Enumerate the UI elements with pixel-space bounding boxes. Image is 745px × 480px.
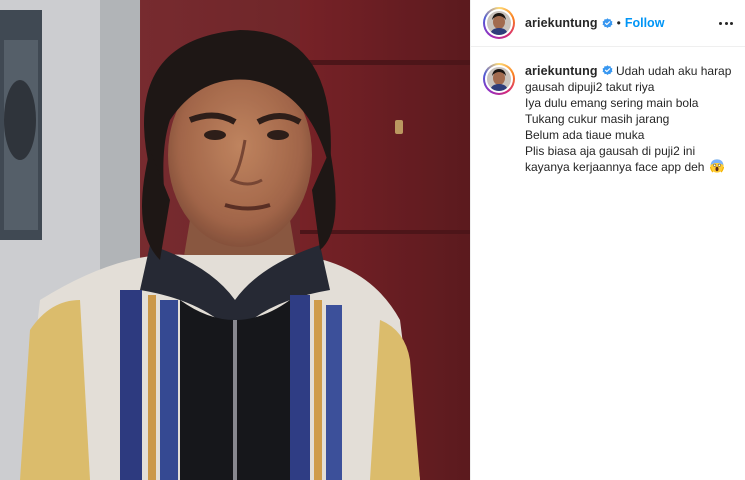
avatar-image — [487, 11, 511, 35]
profile-avatar[interactable] — [483, 7, 515, 39]
post-header: ariekuntung • Follow — [471, 0, 745, 47]
verified-badge-icon — [602, 65, 613, 75]
caption-username[interactable]: ariekuntung — [525, 64, 598, 78]
header-username[interactable]: ariekuntung — [525, 16, 598, 30]
post-side-panel: ariekuntung • Follow ariekuntung Udah ud… — [470, 0, 745, 480]
caption-line: Tukang cukur masih jarang — [525, 112, 670, 126]
caption-line: kayanya kerjaannya face app deh — [525, 160, 705, 174]
more-dot — [729, 21, 733, 25]
caption-first-line: ariekuntung Udah udah aku harap — [525, 63, 733, 79]
header-separator: • — [616, 16, 621, 30]
caption-line: Iya dulu emang sering main bola — [525, 96, 699, 110]
more-options-icon[interactable] — [715, 14, 737, 32]
more-dot — [719, 21, 723, 25]
avatar-ring — [485, 9, 513, 37]
avatar-ring — [485, 65, 513, 93]
post-photo[interactable] — [0, 0, 470, 480]
caption-text: ariekuntung Udah udah aku harap gausah d… — [525, 63, 733, 175]
caption-line: Belum ada tiaue muka — [525, 128, 645, 142]
verified-badge-icon — [602, 17, 613, 28]
more-dot — [724, 21, 728, 25]
caption-line: Plis biasa aja gausah di puji2 ini — [525, 144, 696, 158]
caption-line: gausah dipuji2 takut riya — [525, 80, 655, 94]
caption-comment: ariekuntung Udah udah aku harap gausah d… — [471, 47, 745, 175]
follow-button[interactable]: Follow — [625, 16, 665, 30]
face-screaming-emoji — [709, 159, 724, 173]
caption-avatar[interactable] — [483, 63, 515, 95]
caption-last-line: kayanya kerjaannya face app deh — [525, 159, 733, 175]
caption-line: Udah udah aku harap — [615, 64, 732, 78]
post-image — [0, 0, 470, 480]
avatar-image — [487, 67, 511, 91]
